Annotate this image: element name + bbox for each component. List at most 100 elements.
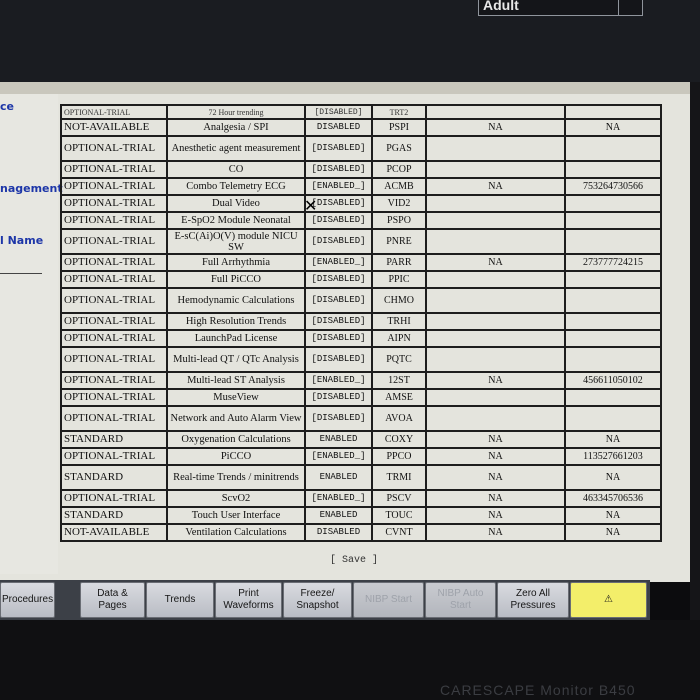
cell-state[interactable]: ENABLED [304, 506, 373, 525]
cell-v2[interactable] [564, 270, 662, 289]
cell-state[interactable]: [DISABLED] [304, 287, 373, 314]
cell-v2[interactable] [564, 211, 662, 230]
cell-code: PNRE [371, 228, 427, 255]
nibp-start-button[interactable]: NIBP Start [353, 582, 424, 618]
patient-type-box[interactable] [618, 0, 643, 16]
cell-v2[interactable] [564, 346, 662, 373]
cell-v1[interactable] [425, 270, 566, 289]
cell-v1[interactable] [425, 211, 566, 230]
cell-v1[interactable]: NA [425, 118, 566, 137]
left-label-2[interactable]: nagement [0, 182, 63, 195]
cell-state[interactable]: [DISABLED] [304, 104, 373, 120]
zero-all-pressures-button[interactable]: Zero All Pressures [497, 582, 569, 618]
cell-v2[interactable] [564, 104, 662, 120]
left-label-3[interactable]: l Name [0, 234, 43, 247]
cell-state[interactable]: [DISABLED] [304, 405, 373, 432]
cell-v1[interactable] [425, 346, 566, 373]
cell-v2[interactable] [564, 312, 662, 331]
cell-v1[interactable] [425, 329, 566, 348]
cell-state[interactable]: [DISABLED] [304, 135, 373, 162]
cell-v2[interactable]: NA [564, 464, 662, 491]
procedures-button[interactable]: Procedures [0, 582, 55, 618]
cell-state[interactable]: [DISABLED] [304, 346, 373, 373]
cell-state[interactable]: ENABLED [304, 430, 373, 449]
cell-state[interactable]: [DISABLED] [304, 312, 373, 331]
cell-code: PCOP [371, 160, 427, 179]
cell-v1[interactable] [425, 104, 566, 120]
cell-v1[interactable]: NA [425, 489, 566, 508]
cell-v2[interactable]: NA [564, 506, 662, 525]
cell-v1[interactable]: NA [425, 253, 566, 272]
cell-v1[interactable]: NA [425, 371, 566, 390]
cell-v2[interactable] [564, 388, 662, 407]
cell-v2[interactable] [564, 160, 662, 179]
trends-button[interactable]: Trends [146, 582, 214, 618]
print-waveforms-button[interactable]: Print Waveforms [215, 582, 282, 618]
cell-v1[interactable] [425, 135, 566, 162]
cell-state[interactable]: [ENABLED_] [304, 177, 373, 196]
cell-v2[interactable]: NA [564, 118, 662, 137]
cell-feature: Multi-lead ST Analysis [166, 371, 306, 390]
cell-v1[interactable] [425, 388, 566, 407]
cell-v1[interactable] [425, 228, 566, 255]
cell-code: TRT2 [371, 104, 427, 120]
cell-v1[interactable]: NA [425, 177, 566, 196]
cell-v2[interactable] [564, 135, 662, 162]
cell-v2[interactable] [564, 287, 662, 314]
cell-v2[interactable] [564, 329, 662, 348]
cell-v1[interactable] [425, 405, 566, 432]
cell-status: OPTIONAL-TRIAL [60, 270, 168, 289]
cell-v2[interactable]: NA [564, 523, 662, 542]
save-link[interactable]: [ Save ] [330, 555, 378, 566]
cell-v2[interactable] [564, 228, 662, 255]
cell-code: PSPO [371, 211, 427, 230]
cell-v1[interactable]: NA [425, 430, 566, 449]
cell-v1[interactable]: NA [425, 464, 566, 491]
cell-v1[interactable]: NA [425, 447, 566, 466]
cell-state[interactable]: [ENABLED_] [304, 371, 373, 390]
cell-v1[interactable] [425, 194, 566, 213]
cell-v1[interactable]: NA [425, 506, 566, 525]
cell-feature: Combo Telemetry ECG [166, 177, 306, 196]
cell-v2[interactable]: 753264730566 [564, 177, 662, 196]
cell-v2[interactable]: NA [564, 430, 662, 449]
cell-status: OPTIONAL-TRIAL [60, 447, 168, 466]
cell-v2[interactable]: 113527661203 [564, 447, 662, 466]
cell-v2[interactable] [564, 194, 662, 213]
cell-state[interactable]: [DISABLED] [304, 160, 373, 179]
table-row: OPTIONAL-TRIAL Dual Video [DISABLED] VID2 [60, 194, 662, 213]
left-label-1[interactable]: ce [0, 100, 14, 113]
cell-v1[interactable] [425, 287, 566, 314]
freeze-snapshot-button[interactable]: Freeze/ Snapshot [283, 582, 352, 618]
cell-state[interactable]: [ENABLED_] [304, 447, 373, 466]
cell-state[interactable]: [DISABLED] [304, 270, 373, 289]
table-row: OPTIONAL-TRIAL Full Arrhythmia [ENABLED_] P… [60, 253, 662, 272]
cell-v2[interactable] [564, 405, 662, 432]
cell-state[interactable]: DISABLED [304, 523, 373, 542]
cell-v2[interactable]: 273777724215 [564, 253, 662, 272]
cell-status: OPTIONAL-TRIAL [60, 489, 168, 508]
cell-v1[interactable]: NA [425, 523, 566, 542]
cell-status: OPTIONAL-TRIAL [60, 194, 168, 213]
cell-v1[interactable] [425, 312, 566, 331]
cell-v2[interactable]: 463345706536 [564, 489, 662, 508]
cell-state[interactable]: ENABLED [304, 464, 373, 491]
cell-status: OPTIONAL-TRIAL [60, 287, 168, 314]
patient-type-label[interactable]: Adult [478, 0, 623, 16]
cell-feature: High Resolution Trends [166, 312, 306, 331]
nibp-auto-start-button[interactable]: NIBP Auto Start [425, 582, 496, 618]
data-pages-button[interactable]: Data & Pages [80, 582, 145, 618]
cell-state[interactable]: DISABLED [304, 118, 373, 137]
cell-code: PSPI [371, 118, 427, 137]
cell-status: OPTIONAL-TRIAL [60, 388, 168, 407]
cell-state[interactable]: [ENABLED_] [304, 253, 373, 272]
cell-state[interactable]: [DISABLED] [304, 228, 373, 255]
cell-v2[interactable]: 456611050102 [564, 371, 662, 390]
cell-code: COXY [371, 430, 427, 449]
table-row: OPTIONAL-TRIAL LaunchPad License [DISABLED… [60, 329, 662, 348]
cell-v1[interactable] [425, 160, 566, 179]
cell-state[interactable]: [DISABLED] [304, 329, 373, 348]
cell-state[interactable]: [ENABLED_] [304, 489, 373, 508]
alarm-silence-button[interactable]: ⚠ [570, 582, 647, 618]
cell-state[interactable]: [DISABLED] [304, 388, 373, 407]
